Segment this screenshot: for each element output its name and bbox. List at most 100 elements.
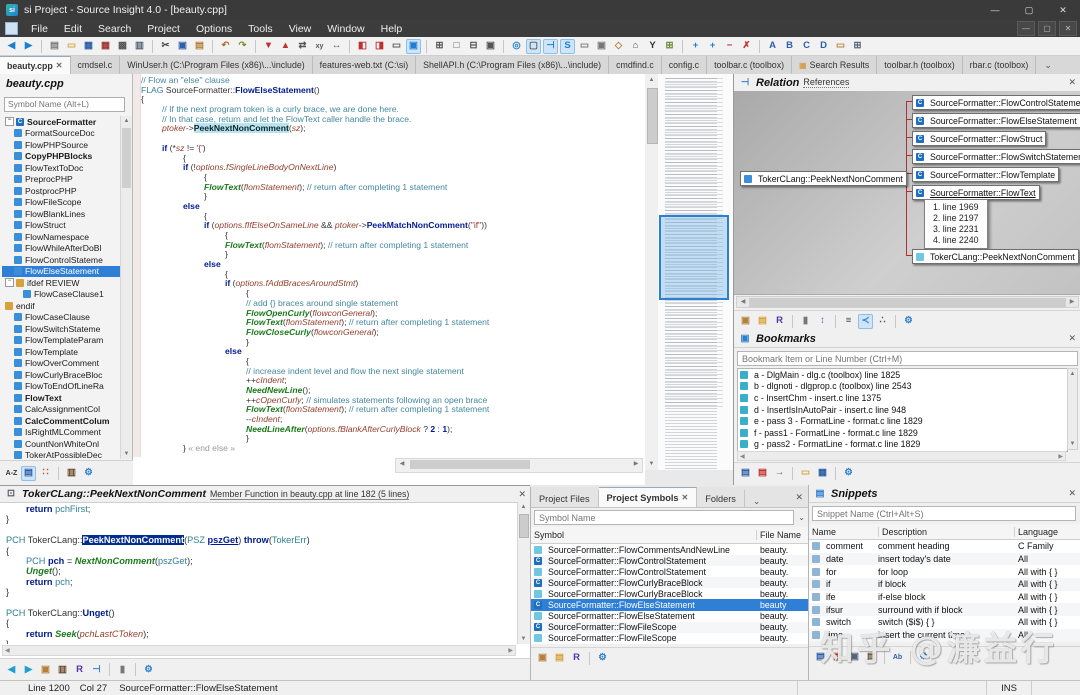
remove-column-icon[interactable]: − bbox=[722, 39, 737, 54]
compare-files-icon[interactable]: ⇄ bbox=[295, 39, 310, 54]
symbol-item-flowwhileafterdobl[interactable]: FlowWhileAfterDoBl bbox=[2, 243, 120, 255]
symbol-item-flowovercomment[interactable]: FlowOverComment bbox=[2, 358, 120, 370]
relation-reference-lines-list[interactable]: 1. line 19692. line 21973. line 22314. l… bbox=[924, 199, 988, 249]
project-symbol-filter-input[interactable] bbox=[534, 510, 794, 525]
cascade-windows-icon[interactable]: ▣ bbox=[483, 39, 498, 54]
merge-icon[interactable]: ↔ bbox=[329, 39, 344, 54]
symbol-item-preprocphp[interactable]: PreprocPHP bbox=[2, 174, 120, 186]
mdi-close-button[interactable]: ✕ bbox=[1059, 21, 1077, 36]
reference-line-item[interactable]: 1. line 1969 bbox=[933, 202, 979, 213]
edit-bookmark-icon[interactable]: ▤ bbox=[738, 466, 753, 481]
scrollbar-thumb[interactable] bbox=[519, 514, 529, 538]
copy-snippet-icon[interactable]: ▣ bbox=[847, 650, 862, 665]
reference-line-item[interactable]: 3. line 2231 bbox=[933, 224, 979, 235]
symbol-item-isrightmlcomment[interactable]: IsRightMLComment bbox=[2, 427, 120, 439]
replace-xy-icon[interactable]: xy bbox=[312, 39, 327, 54]
mdi-restore-button[interactable]: ▢ bbox=[1038, 21, 1056, 36]
check-out-icon[interactable]: ▼ bbox=[261, 39, 276, 54]
delete-lines-icon[interactable]: ✗ bbox=[739, 39, 754, 54]
select-mode-icon[interactable]: ▢ bbox=[526, 39, 541, 54]
mdi-document-icon[interactable] bbox=[5, 22, 18, 35]
symbol-window-toggle-icon[interactable]: S bbox=[560, 39, 575, 54]
project-bar-icon[interactable]: ▣ bbox=[594, 39, 609, 54]
close-icon[interactable]: ✕ bbox=[795, 492, 803, 503]
bookmark-filter-input[interactable] bbox=[737, 351, 1078, 366]
file-tab-cmdfind.c[interactable]: cmdfind.c bbox=[609, 56, 662, 74]
scroll-down-icon[interactable]: ▼ bbox=[646, 459, 657, 469]
scrollbar-thumb[interactable] bbox=[122, 128, 131, 188]
relation-node-peeknextnoncomment[interactable]: TokerCLang::PeekNextNonComment bbox=[912, 249, 1079, 264]
delete-bookmark-icon[interactable]: ▤ bbox=[755, 466, 770, 481]
symbol-item-flowcaseclause[interactable]: FlowCaseClause bbox=[2, 312, 120, 324]
pull-symbol-icon[interactable]: Y bbox=[645, 39, 660, 54]
goto-bookmark-icon[interactable]: → bbox=[772, 466, 787, 481]
tab-overflow-chevron-icon[interactable]: ⌄ bbox=[1038, 56, 1057, 74]
snippets-settings-gear-icon[interactable]: ⚙ bbox=[916, 650, 931, 665]
column-header-description[interactable]: Description bbox=[879, 527, 1014, 537]
lock-relation-icon[interactable]: ▮ bbox=[798, 314, 813, 329]
browse-mode-icon[interactable]: ◇ bbox=[611, 39, 626, 54]
bookmark-item-d[interactable]: d - InsertIsInAutoPair - insert.c line 9… bbox=[738, 404, 1067, 416]
tree-expander-icon[interactable]: − bbox=[5, 117, 14, 126]
symbol-tree-scrollbar[interactable]: ▲ ▼ bbox=[120, 116, 132, 459]
symbol-row-flowelsestatement[interactable]: CSourceFormatter::FlowElseStatementbeaut… bbox=[531, 599, 808, 610]
file-tab-ShellAPI.h[interactable]: ShellAPI.h (C:\Program Files (x86)\...\i… bbox=[416, 56, 609, 74]
scrollbar-thumb[interactable] bbox=[410, 460, 530, 469]
sync-relation-icon[interactable]: ↕ bbox=[815, 314, 830, 329]
symbol-item-flowtexttodoc[interactable]: FlowTextToDoc bbox=[2, 162, 120, 174]
bookmarks-settings-gear-icon[interactable]: ⚙ bbox=[841, 466, 856, 481]
snippet-filter-input[interactable] bbox=[812, 506, 1076, 521]
undo-icon[interactable]: ↶ bbox=[218, 39, 233, 54]
minimap-viewport[interactable] bbox=[659, 215, 729, 300]
relation-graph-canvas[interactable]: CSourceFormatter::FlowControlStatemenCSo… bbox=[734, 91, 1080, 295]
folder-view-icon[interactable]: ▭ bbox=[833, 39, 848, 54]
print-icon[interactable]: ▥ bbox=[132, 39, 147, 54]
symbol-item-flowphpsource[interactable]: FlowPHPSource bbox=[2, 139, 120, 151]
new-snippet-icon[interactable]: ▤ bbox=[813, 650, 828, 665]
grid-view-icon[interactable]: ⊞ bbox=[662, 39, 677, 54]
context-window-toggle-icon[interactable]: ▭ bbox=[577, 39, 592, 54]
snippet-row-for[interactable]: forfor loopAll with { } bbox=[809, 565, 1080, 578]
context-relation-icon[interactable]: ⊣ bbox=[89, 662, 104, 677]
new-window-icon[interactable]: ▭ bbox=[389, 39, 404, 54]
symbol-row-flowcurlybraceblock[interactable]: CSourceFormatter::FlowCurlyBraceBlockbea… bbox=[531, 577, 808, 588]
context-lock-icon[interactable]: ▮ bbox=[115, 662, 130, 677]
project-new-window-icon[interactable]: ▤ bbox=[552, 651, 567, 666]
snippet-row-if[interactable]: ifif blockAll with { } bbox=[809, 578, 1080, 591]
close-icon[interactable]: ✕ bbox=[56, 61, 63, 70]
status-resize-grip[interactable] bbox=[1031, 681, 1080, 695]
editor-code[interactable]: // Flow an "else" clauseFLAG SourceForma… bbox=[141, 76, 645, 457]
symbol-row-flowcontrolstatement[interactable]: SourceFormatter::FlowControlStatementbea… bbox=[531, 566, 808, 577]
project-refresh-icon[interactable]: R bbox=[569, 651, 584, 666]
close-icon[interactable]: ✕ bbox=[518, 489, 526, 500]
minimize-button[interactable]: — bbox=[978, 0, 1012, 20]
scroll-left-icon[interactable]: ◀ bbox=[396, 459, 408, 470]
editor-beauty-cpp[interactable]: // Flow an "else" clauseFLAG SourceForma… bbox=[133, 74, 645, 485]
scroll-left-icon[interactable]: ◀ bbox=[740, 453, 745, 460]
tab-folders[interactable]: Folders bbox=[697, 490, 745, 507]
panel-tab-chevron-icon[interactable]: ⌄ bbox=[747, 496, 767, 507]
scroll-right-icon[interactable]: ▶ bbox=[1066, 297, 1078, 308]
relation-graph-vertical-icon[interactable]: ∴ bbox=[875, 314, 890, 329]
scroll-up-icon[interactable]: ▲ bbox=[121, 116, 132, 126]
symbol-item-calccommentcolum[interactable]: CalcCommentColum bbox=[2, 415, 120, 427]
chevron-down-icon[interactable]: ⌄ bbox=[798, 513, 805, 522]
relation-node-flowtext[interactable]: CSourceFormatter::FlowText bbox=[912, 185, 1040, 200]
symbol-item-flowtemplate[interactable]: FlowTemplate bbox=[2, 346, 120, 358]
scroll-down-icon[interactable]: ▼ bbox=[1067, 439, 1078, 449]
menu-item-project[interactable]: Project bbox=[139, 20, 188, 37]
symbol-item-endif[interactable]: endif bbox=[2, 300, 120, 312]
scroll-left-icon[interactable]: ◀ bbox=[737, 297, 749, 308]
file-tab-config.c[interactable]: config.c bbox=[662, 56, 707, 74]
column-header-symbol[interactable]: Symbol bbox=[531, 530, 756, 540]
close-icon[interactable]: ✕ bbox=[1068, 333, 1076, 344]
scroll-up-icon[interactable]: ▲ bbox=[1067, 369, 1078, 379]
bookmark-item-g[interactable]: g - pass2 - FormatLine - format.c line 1… bbox=[738, 439, 1067, 451]
relation-window-toggle-icon[interactable]: ⊣ bbox=[543, 39, 558, 54]
relation-subtitle[interactable]: References bbox=[803, 77, 849, 88]
symbol-row-flowcommentsandnewline[interactable]: SourceFormatter::FlowCommentsAndNewLineb… bbox=[531, 544, 808, 555]
activate-window-icon[interactable]: ▣ bbox=[406, 39, 421, 54]
snippet-row-date[interactable]: dateinsert today's dateAll bbox=[809, 553, 1080, 566]
symbol-item-countnonwhiteonl[interactable]: CountNonWhiteOnl bbox=[2, 438, 120, 450]
tile-horizontal-icon[interactable]: ⊞ bbox=[432, 39, 447, 54]
